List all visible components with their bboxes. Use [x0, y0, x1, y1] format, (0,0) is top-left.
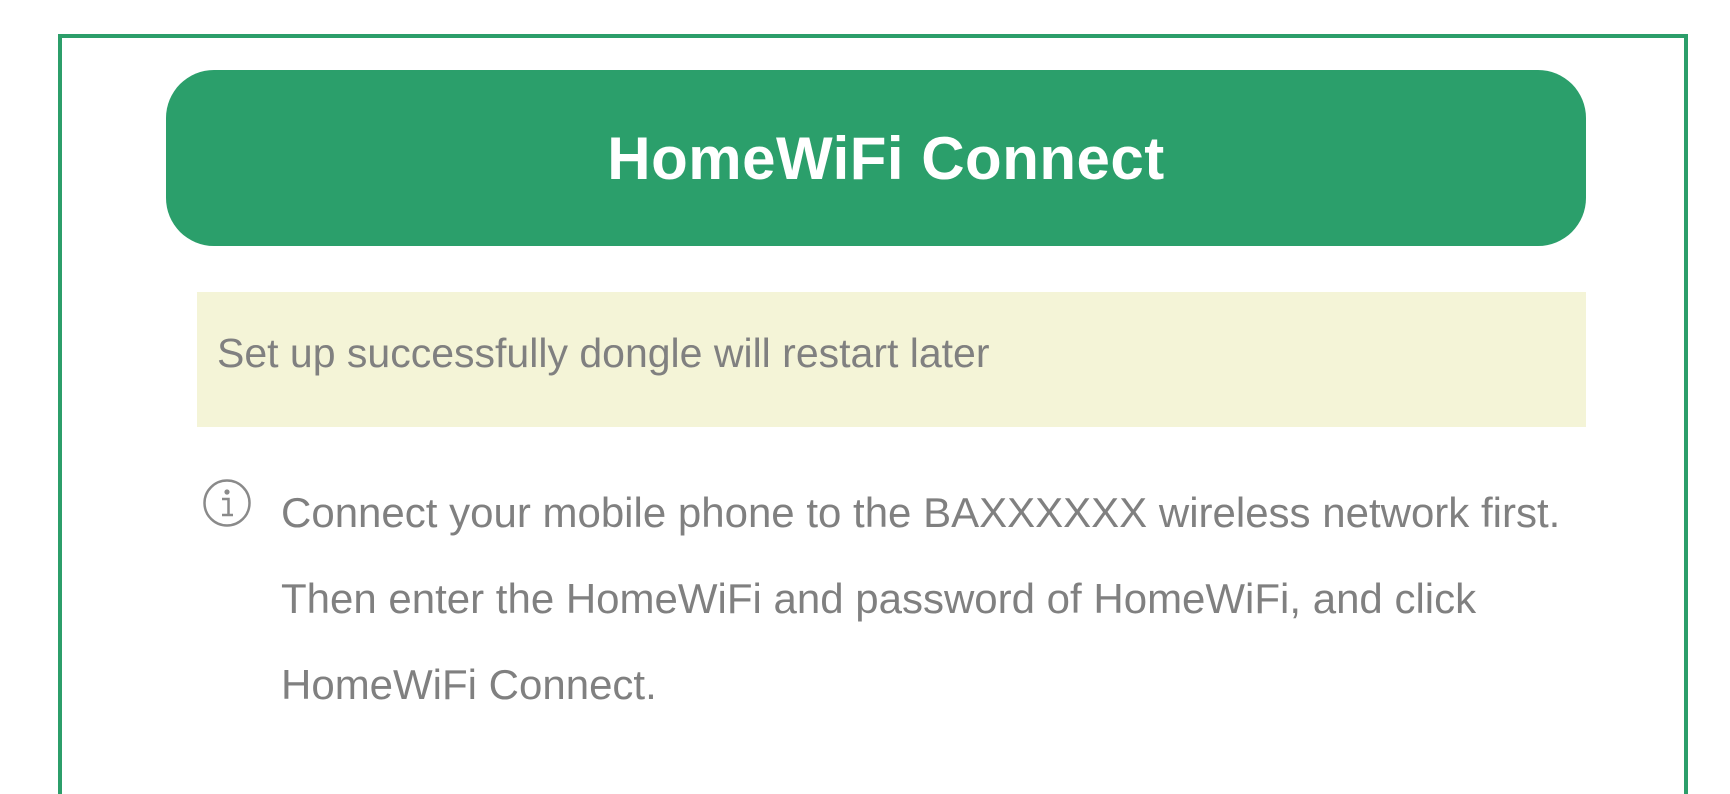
info-icon [203, 479, 251, 527]
status-message: Set up successfully dongle will restart … [217, 330, 990, 376]
connect-button-label: HomeWiFi Connect [607, 124, 1165, 192]
status-message-box: Set up successfully dongle will restart … [197, 292, 1586, 427]
info-instructions: Connect your mobile phone to the BAXXXXX… [281, 489, 1561, 708]
homewifi-connect-button[interactable]: HomeWiFi Connect [166, 70, 1586, 246]
